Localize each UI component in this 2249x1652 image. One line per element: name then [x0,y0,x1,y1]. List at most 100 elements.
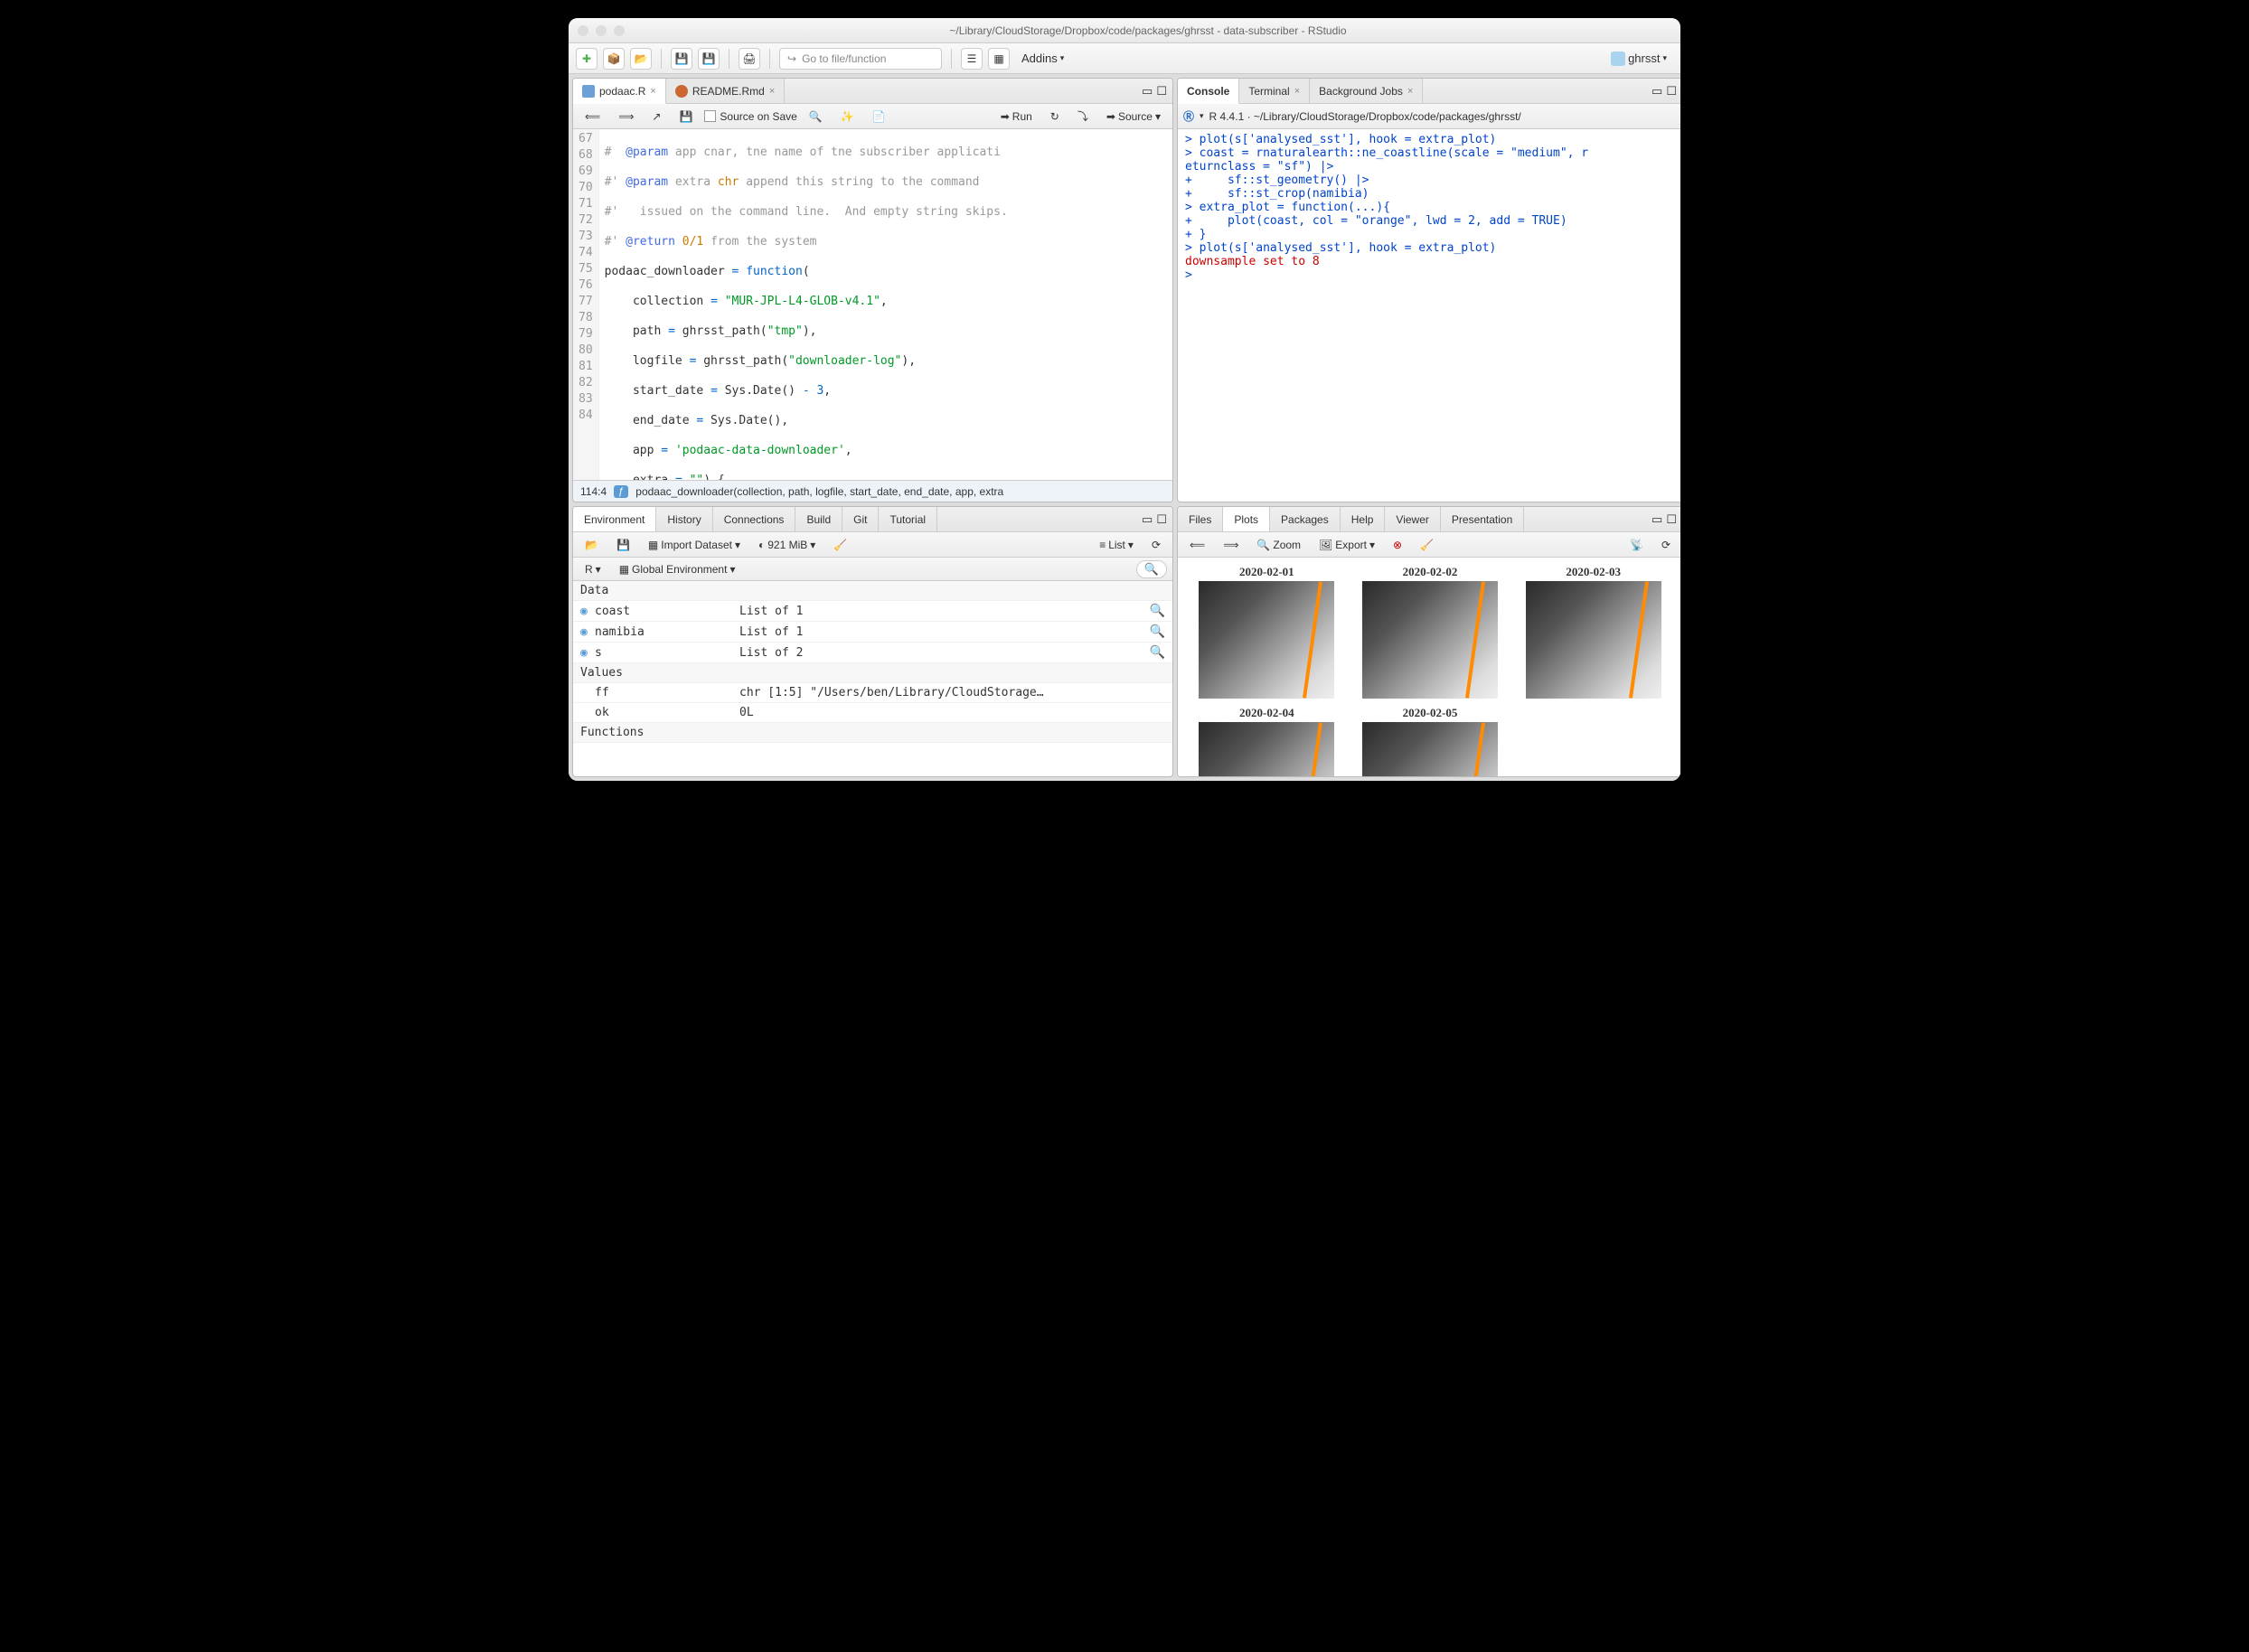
scope-dropdown[interactable]: ▦ Global Environment ▾ [613,560,742,578]
back-button[interactable]: ⟸ [579,108,607,126]
tab-podaac-r[interactable]: podaac.R × [573,79,666,104]
close-icon[interactable]: × [769,86,775,97]
r-logo-icon: Ⓡ [1183,108,1194,124]
plot-panel: 2020-02-03 [1515,565,1671,699]
find-button[interactable]: 🔍 [803,108,829,126]
tab-files[interactable]: Files [1178,507,1223,531]
env-row[interactable]: ◉coastList of 1🔍 [573,601,1172,622]
inspect-icon[interactable]: 🔍 [1150,604,1165,618]
console-output[interactable]: > plot(s['analysed_sst'], hook = extra_p… [1178,129,1680,502]
tab-background-jobs[interactable]: Background Jobs × [1310,79,1423,103]
tab-tutorial[interactable]: Tutorial [879,507,937,531]
mem-usage-button[interactable]: ◐ 921 MiB ▾ [752,536,822,554]
source-button[interactable]: ➡ Source ▾ [1100,108,1167,126]
save-button[interactable]: 💾 [673,108,699,126]
new-file-button[interactable]: ✚ [576,48,598,70]
environment-pane: Environment History Connections Build Gi… [572,506,1173,777]
max-dot[interactable] [614,25,625,36]
project-dropdown[interactable]: ghrsst ▾ [1604,49,1673,69]
lang-dropdown[interactable]: R ▾ [579,560,607,578]
tab-terminal[interactable]: Terminal × [1239,79,1310,103]
titlebar: ~/Library/CloudStorage/Dropbox/code/pack… [569,18,1680,43]
save-workspace-button[interactable]: 💾 [610,536,636,554]
source-statusbar: 114:4 ƒ podaac_downloader(collection, pa… [573,480,1172,502]
rmd-file-icon [675,85,688,98]
print-button[interactable]: 🖨 [739,48,760,70]
load-workspace-button[interactable]: 📂 [579,536,605,554]
tab-history[interactable]: History [656,507,712,531]
min-dot[interactable] [596,25,607,36]
code-content[interactable]: # @param app cnar, tne name of tne subsc… [599,129,1172,480]
wand-button[interactable]: ✨ [834,108,861,126]
source-on-save-checkbox[interactable]: Source on Save [704,110,796,123]
load-addin-icon[interactable]: ☰ [961,48,983,70]
open-file-button[interactable]: 📂 [630,48,652,70]
tab-presentation[interactable]: Presentation [1441,507,1524,531]
close-dot[interactable] [578,25,588,36]
refresh-button[interactable]: ⟳ [1145,536,1167,554]
tab-packages[interactable]: Packages [1270,507,1341,531]
rerun-button[interactable]: ↻ [1044,108,1066,126]
publish-button[interactable]: 📡 [1623,536,1650,554]
env-search-input[interactable]: 🔍 [1136,560,1167,578]
inspect-icon[interactable]: 🔍 [1150,624,1165,639]
env-row[interactable]: ok0L [573,703,1172,723]
show-in-new-window-button[interactable]: ↗ [645,108,667,126]
plot-image [1199,581,1334,699]
tab-environment[interactable]: Environment [573,507,656,531]
minimize-pane-icon[interactable]: ▭ [1651,84,1662,99]
traffic-lights [578,25,625,36]
run-button[interactable]: ➡ Run [994,108,1039,126]
tab-help[interactable]: Help [1341,507,1386,531]
inspect-icon[interactable]: 🔍 [1150,645,1165,660]
save-button[interactable]: 💾 [671,48,692,70]
minimize-pane-icon[interactable]: ▭ [1651,512,1662,527]
clear-objects-button[interactable]: 🧹 [827,536,853,554]
go-to-section-button[interactable]: ⤵ [1071,106,1095,127]
tab-git[interactable]: Git [842,507,879,531]
remove-plot-button[interactable]: ⊗ [1387,536,1408,554]
env-section-data: Data [573,581,1172,601]
tab-connections[interactable]: Connections [713,507,796,531]
tab-plots[interactable]: Plots [1223,507,1270,531]
close-icon[interactable]: × [650,86,655,97]
go-to-file-input[interactable]: ↪ Go to file/function [779,48,942,70]
plot-panel: 2020-02-04 [1189,706,1345,776]
maximize-pane-icon[interactable]: ☐ [1156,84,1167,99]
view-mode-dropdown[interactable]: ≡ List ▾ [1093,536,1140,554]
env-row[interactable]: ffchr [1:5] "/Users/ben/Library/CloudSto… [573,683,1172,703]
next-plot-button[interactable]: ⟹ [1217,536,1245,554]
env-row[interactable]: ◉namibiaList of 1🔍 [573,622,1172,643]
maximize-pane-icon[interactable]: ☐ [1156,512,1167,527]
forward-button[interactable]: ⟹ [612,108,640,126]
tab-build[interactable]: Build [795,507,842,531]
clear-plots-button[interactable]: 🧹 [1414,536,1440,554]
tab-readme-rmd[interactable]: README.Rmd × [666,79,785,103]
refresh-plot-button[interactable]: ⟳ [1655,536,1677,554]
minimize-pane-icon[interactable]: ▭ [1142,512,1153,527]
code-editor[interactable]: 676869 707172 737475 767778 798081 82838… [573,129,1172,480]
env-row[interactable]: ◉sList of 2🔍 [573,643,1172,663]
env-section-values: Values [573,663,1172,683]
import-dataset-dropdown[interactable]: ▦ Import Dataset ▾ [642,536,747,554]
current-function: podaac_downloader(collection, path, logf… [635,485,1003,498]
new-project-button[interactable]: 📦 [603,48,625,70]
maximize-pane-icon[interactable]: ☐ [1666,512,1677,527]
source-toolbar: ⟸ ⟹ ↗ 💾 Source on Save 🔍 ✨ 📄 ➡ Run ↻ ⤵ ➡… [573,104,1172,129]
maximize-pane-icon[interactable]: ☐ [1666,84,1677,99]
addins-dropdown[interactable]: Addins ▾ [1015,49,1070,68]
prev-plot-button[interactable]: ⟸ [1183,536,1211,554]
save-all-button[interactable]: 💾 [698,48,720,70]
source-tabs: podaac.R × README.Rmd × ▭ ☐ [573,79,1172,104]
tab-console[interactable]: Console [1178,79,1239,104]
close-icon[interactable]: × [1294,86,1300,97]
plot-image [1362,581,1498,699]
export-dropdown[interactable]: 🖼 Export ▾ [1313,536,1381,554]
zoom-button[interactable]: 🔍 Zoom [1250,536,1307,554]
tab-viewer[interactable]: Viewer [1385,507,1440,531]
minimize-pane-icon[interactable]: ▭ [1142,84,1153,99]
close-icon[interactable]: × [1407,86,1413,97]
grid-icon[interactable]: ▦ [988,48,1010,70]
compile-report-button[interactable]: 📄 [866,108,892,126]
env-section-functions: Functions [573,723,1172,743]
